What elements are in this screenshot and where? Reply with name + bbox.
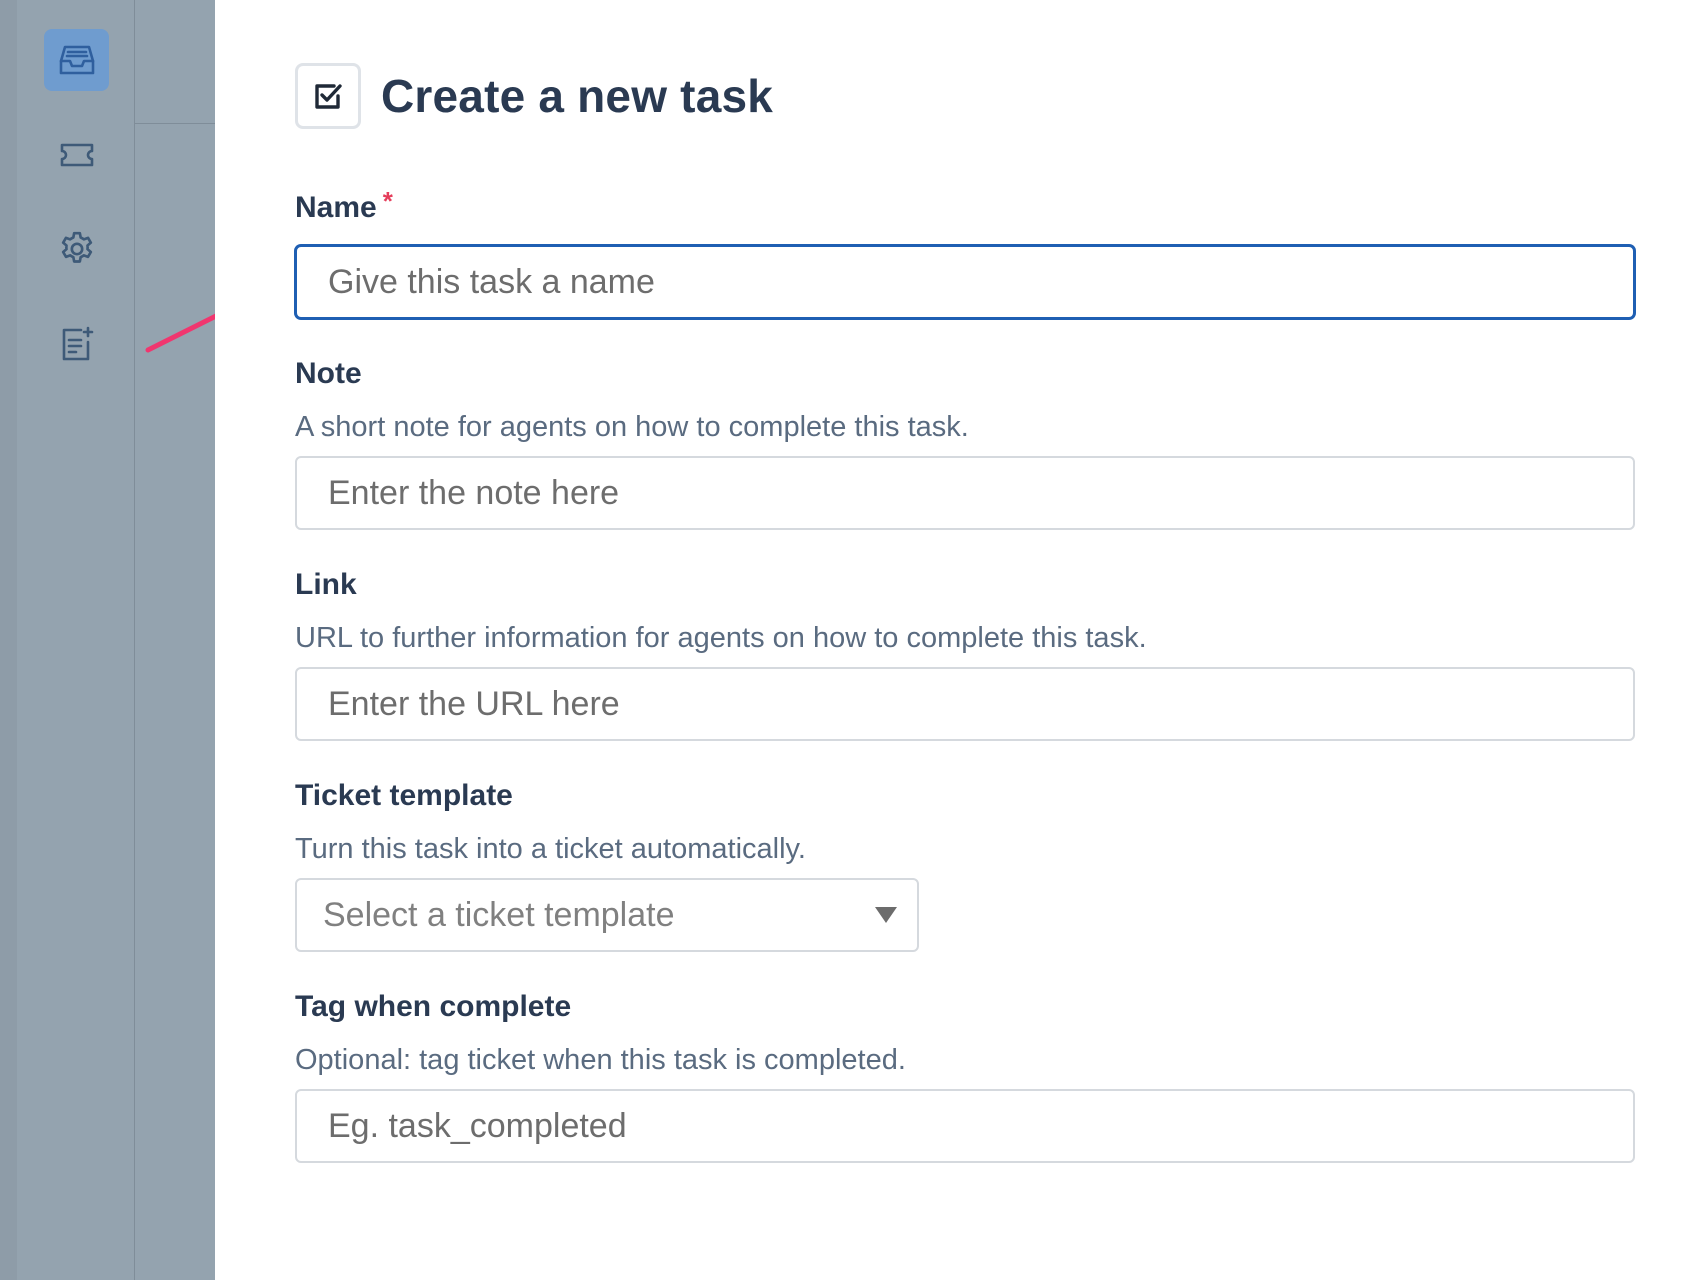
ticket-template-selected-value: Select a ticket template <box>323 895 675 934</box>
ticket-template-help-text: Turn this task into a ticket automatical… <box>295 833 806 865</box>
name-label-text: Name <box>295 191 377 224</box>
task-list-icon <box>62 326 93 361</box>
main-content: Create a new task Name * Note A short no… <box>215 0 1700 1280</box>
checkbox-edit-icon <box>315 84 342 109</box>
link-label: Link <box>295 568 357 601</box>
page-title: Create a new task <box>381 69 774 122</box>
name-field-group: Name * <box>295 188 1635 319</box>
url-input[interactable] <box>295 667 1635 741</box>
link-help-text: URL to further information for agents on… <box>295 622 1147 654</box>
app-window: Create a new task Name * Note A short no… <box>0 0 1700 1280</box>
sidebar-item-tickets[interactable] <box>44 124 109 186</box>
note-label: Note <box>295 357 362 390</box>
sidebar-item-settings[interactable] <box>44 218 109 280</box>
tag-label: Tag when complete <box>295 990 572 1023</box>
page-header: Create a new task <box>295 38 773 154</box>
note-input[interactable] <box>295 456 1635 530</box>
ticket-icon <box>60 143 93 167</box>
gear-icon <box>61 231 92 263</box>
note-help-text: A short note for agents on how to comple… <box>295 411 969 443</box>
dropdown-arrow-icon <box>875 907 897 923</box>
rail-edge <box>0 0 17 1280</box>
create-task-form: Name * Note A short note for agents on h… <box>295 188 1635 1163</box>
sidebar-item-tasks[interactable] <box>44 313 109 375</box>
tag-help-text: Optional: tag ticket when this task is c… <box>295 1044 906 1076</box>
secondary-panel <box>135 0 215 1280</box>
panel-divider <box>135 123 215 124</box>
note-field-group: Note A short note for agents on how to c… <box>295 354 1635 530</box>
tag-input[interactable] <box>295 1089 1635 1163</box>
sidebar-rail <box>0 0 135 1280</box>
header-icon-box <box>295 62 361 129</box>
sidebar-item-inbox[interactable] <box>44 29 109 91</box>
ticket-template-label: Ticket template <box>295 779 513 812</box>
required-asterisk: * <box>382 186 393 216</box>
tag-field-group: Tag when complete Optional: tag ticket w… <box>295 987 1635 1163</box>
link-field-group: Link URL to further information for agen… <box>295 565 1635 741</box>
inbox-icon <box>59 45 94 75</box>
name-label: Name * <box>295 188 1635 228</box>
ticket-template-field-group: Ticket template Turn this task into a ti… <box>295 776 1635 952</box>
name-input[interactable] <box>295 245 1635 319</box>
ticket-template-select[interactable]: Select a ticket template <box>295 878 919 952</box>
